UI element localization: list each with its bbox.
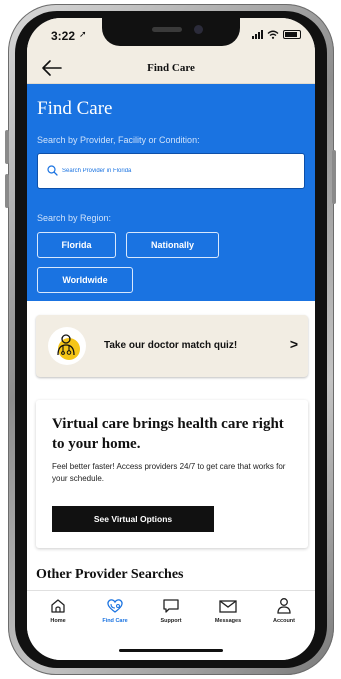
region-label: Search by Region: <box>37 213 112 223</box>
search-icon <box>47 165 58 176</box>
doctor-match-quiz-card[interactable]: Take our doctor match quiz! > <box>36 315 308 377</box>
location-arrow-icon: ➚ <box>79 29 87 39</box>
doctor-icon <box>57 334 80 360</box>
tab-label-account: Account <box>273 618 295 624</box>
region-button-nationally[interactable]: Nationally <box>126 232 219 258</box>
quiz-text: Take our doctor match quiz! <box>104 340 238 351</box>
battery-icon <box>283 30 301 39</box>
nav-title: Find Care <box>147 62 195 74</box>
search-input[interactable] <box>62 163 292 179</box>
region-button-florida[interactable]: Florida <box>37 232 116 258</box>
tab-bar: Home Find Care Support Messages Account <box>27 590 315 660</box>
volume-down-button <box>5 174 9 208</box>
home-icon <box>51 599 65 613</box>
virtual-care-body: Feel better faster! Access providers 24/… <box>52 462 286 483</box>
virtual-care-title: Virtual care brings health care right to… <box>52 416 284 452</box>
virtual-care-card: Virtual care brings health care right to… <box>36 400 308 548</box>
chevron-right-icon: > <box>289 336 298 352</box>
tab-support[interactable]: Support <box>146 597 196 624</box>
quiz-avatar <box>48 327 86 365</box>
volume-up-button <box>5 130 9 164</box>
tab-label-messages: Messages <box>214 618 242 624</box>
see-virtual-options-button[interactable]: See Virtual Options <box>52 506 214 532</box>
tab-account[interactable]: Account <box>259 597 309 624</box>
tab-home[interactable]: Home <box>33 597 83 624</box>
search-box[interactable] <box>37 153 305 189</box>
heart-stethoscope-icon <box>107 599 123 613</box>
person-icon <box>277 598 291 614</box>
region-button-worldwide[interactable]: Worldwide <box>37 267 133 293</box>
find-care-hero: Find Care Search by Provider, Facility o… <box>27 84 315 301</box>
home-indicator <box>119 649 223 652</box>
signal-icon <box>252 30 263 39</box>
speaker <box>152 27 182 32</box>
tab-label-support: Support <box>160 618 182 624</box>
screen: 3:22 ➚ Find Care Find Care Search by Pro… <box>27 18 315 660</box>
status-time: 3:22 <box>51 29 76 43</box>
tab-label-find-care: Find Care <box>102 618 128 624</box>
notch <box>102 18 240 46</box>
tab-label-home: Home <box>50 618 66 624</box>
other-provider-searches-heading: Other Provider Searches <box>36 567 184 582</box>
nav-bar: Find Care <box>27 52 315 84</box>
chat-bubble-icon <box>163 599 179 613</box>
front-camera <box>194 25 203 34</box>
search-label: Search by Provider, Facility or Conditio… <box>37 135 200 145</box>
power-button <box>332 150 336 204</box>
envelope-icon <box>219 600 237 613</box>
wifi-icon <box>267 30 279 39</box>
status-icons <box>252 30 301 39</box>
tab-messages[interactable]: Messages <box>203 597 253 624</box>
tab-find-care[interactable]: Find Care <box>90 597 140 624</box>
page-title: Find Care <box>37 98 113 119</box>
